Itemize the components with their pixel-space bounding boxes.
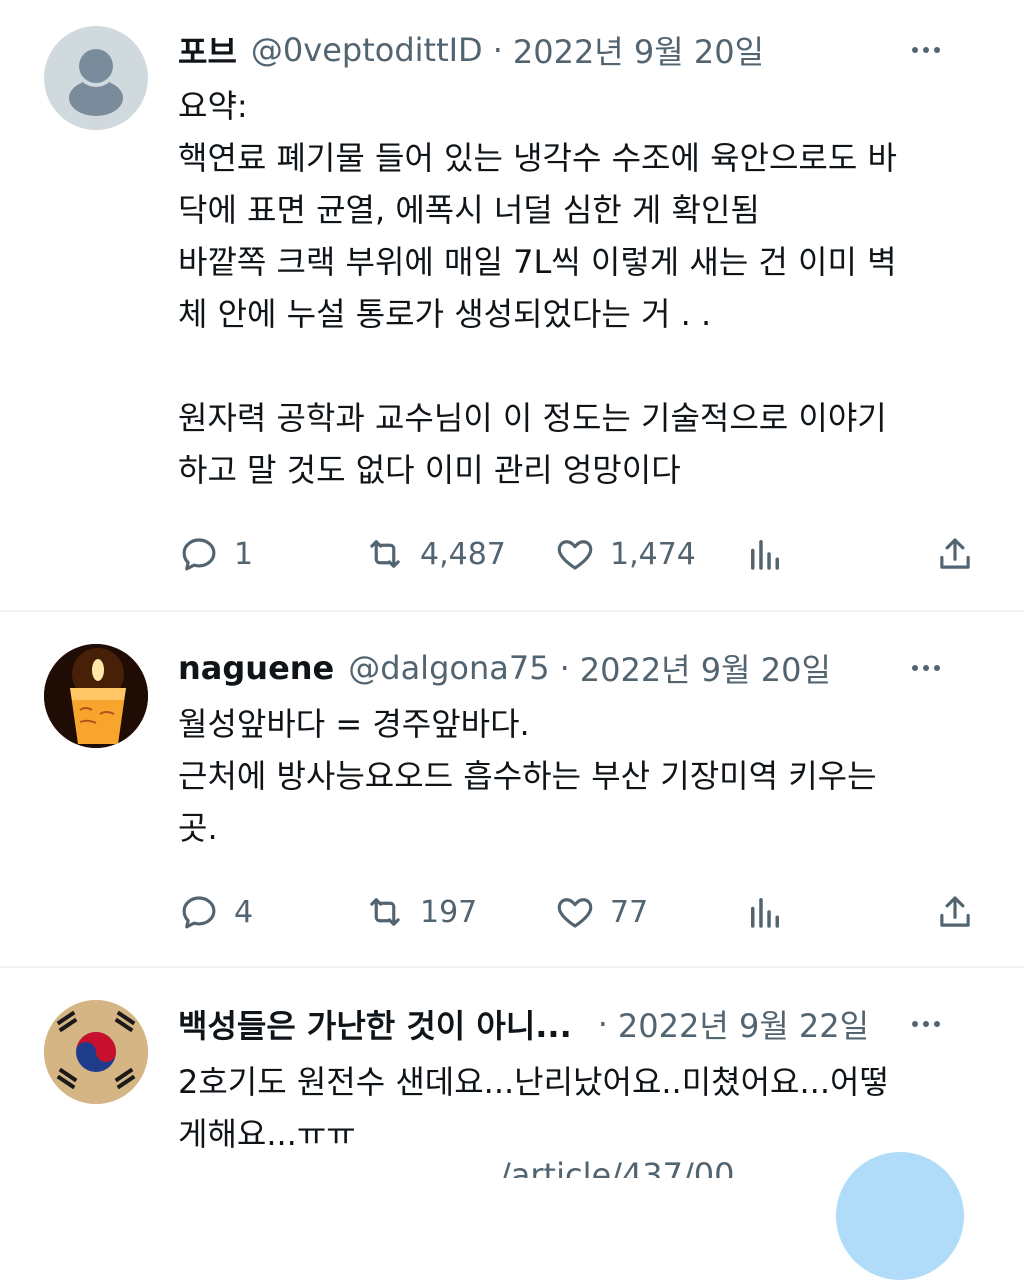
tweet-text: 2호기도 원전수 샌데요...난리났어요..미쳤어요...어떻 게해요...ㅠㅠ <box>178 1056 978 1160</box>
more-icon[interactable] <box>912 665 940 671</box>
reply-count: 1 <box>234 536 254 572</box>
share-icon <box>940 896 970 927</box>
tweet-line: 원자력 공학과 교수님이 이 정도는 기술적으로 이야기 <box>178 399 887 437</box>
display-name[interactable]: 포브 <box>178 27 237 73</box>
retweet-icon <box>370 898 400 926</box>
tweet-line: 게해요...ㅠㅠ <box>178 1115 356 1153</box>
tweet-header: 백성들은 가난한 것이 아니... · 2022년 9월 22일 <box>178 1002 984 1046</box>
share-button[interactable] <box>934 528 976 580</box>
tweet-line <box>178 340 978 392</box>
reply-icon <box>182 896 216 929</box>
heart-icon <box>557 540 593 570</box>
share-icon <box>940 538 970 569</box>
reply-icon <box>182 538 216 571</box>
tweet-date[interactable]: 2022년 9월 20일 <box>580 645 831 691</box>
compose-fab[interactable] <box>836 1152 964 1280</box>
views-icon <box>751 540 779 570</box>
tweet-line: 요약: <box>178 87 248 125</box>
like-count: 77 <box>610 894 649 930</box>
tweet-text: 월성앞바다 = 경주앞바다. 근처에 방사능요오드 흡수하는 부산 기장미역 키… <box>178 698 978 854</box>
tweet[interactable]: naguene @dalgona75 · 2022년 9월 20일 월성앞바다 … <box>0 612 1024 968</box>
retweet-button[interactable]: 197 <box>364 886 477 938</box>
tweet-line: 하고 말 것도 없다 이미 관리 엉망이다 <box>178 451 681 489</box>
like-button[interactable]: 1,474 <box>554 528 696 580</box>
user-handle[interactable]: @0veptodittID <box>251 31 483 69</box>
tweet-line: 2호기도 원전수 샌데요...난리났어요..미쳤어요...어떻 <box>178 1063 889 1101</box>
views-button[interactable] <box>744 886 786 938</box>
tweet[interactable]: 포브 @0veptodittID · 2022년 9월 20일 요약: 핵연료 … <box>0 0 1024 612</box>
tweet-header: naguene @dalgona75 · 2022년 9월 20일 <box>178 646 984 690</box>
tweet-date[interactable]: 2022년 9월 22일 <box>618 1001 869 1047</box>
tweet[interactable]: 백성들은 가난한 것이 아니... · 2022년 9월 22일 2호기도 원전… <box>0 968 1024 1178</box>
retweet-count: 197 <box>420 894 478 930</box>
avatar[interactable] <box>44 26 148 130</box>
tweet-date[interactable]: 2022년 9월 20일 <box>513 27 764 73</box>
tweet-text: 요약: 핵연료 폐기물 들어 있는 냉각수 수조에 육안으로도 바 닥에 표면 … <box>178 80 978 496</box>
taegukgi-avatar-image <box>44 1000 148 1104</box>
default-avatar-icon <box>44 45 148 130</box>
reply-button[interactable]: 1 <box>178 528 253 580</box>
like-button[interactable]: 77 <box>554 886 648 938</box>
candle-avatar-image <box>44 644 148 748</box>
reply-button[interactable]: 4 <box>178 886 253 938</box>
more-icon[interactable] <box>912 47 940 53</box>
tweet-actions: 4 197 77 <box>178 886 978 938</box>
avatar[interactable] <box>44 644 148 748</box>
tweet-line: 곳. <box>178 809 218 847</box>
tweet-header: 포브 @0veptodittID · 2022년 9월 20일 <box>178 28 984 72</box>
tweet-line: 체 안에 누설 통로가 생성되었다는 거 . . <box>178 295 712 333</box>
tweet-line: 근처에 방사능요오드 흡수하는 부산 기장미역 키우는 <box>178 757 877 795</box>
views-button[interactable] <box>744 528 786 580</box>
tweet-actions: 1 4,487 1,474 <box>178 528 978 580</box>
reply-count: 4 <box>234 894 254 930</box>
tweet-line: 핵연료 폐기물 들어 있는 냉각수 수조에 육안으로도 바 <box>178 139 897 177</box>
tweet-line: 바깥쪽 크랙 부위에 매일 7L씩 이렇게 새는 건 이미 벽 <box>178 243 897 281</box>
tweet-line: 닥에 표면 균열, 에폭시 너덜 심한 게 확인됨 <box>178 191 760 229</box>
retweet-count: 4,487 <box>420 536 506 572</box>
retweet-icon <box>370 540 400 568</box>
views-icon <box>751 898 779 928</box>
avatar[interactable] <box>44 1000 148 1104</box>
more-icon[interactable] <box>912 1021 940 1027</box>
separator-dot: · <box>492 31 503 69</box>
share-button[interactable] <box>934 886 976 938</box>
like-count: 1,474 <box>610 536 696 572</box>
heart-icon <box>557 898 593 928</box>
separator-dot: · <box>559 649 570 687</box>
tweet-line: 월성앞바다 = 경주앞바다. <box>178 705 530 743</box>
display-name[interactable]: 백성들은 가난한 것이 아니... <box>178 1001 572 1047</box>
user-handle[interactable]: @dalgona75 <box>348 649 549 687</box>
retweet-button[interactable]: 4,487 <box>364 528 506 580</box>
display-name[interactable]: naguene <box>178 649 334 687</box>
link-fragment[interactable]: /article/437/00 <box>500 1156 735 1178</box>
separator-dot: · <box>597 1005 608 1043</box>
